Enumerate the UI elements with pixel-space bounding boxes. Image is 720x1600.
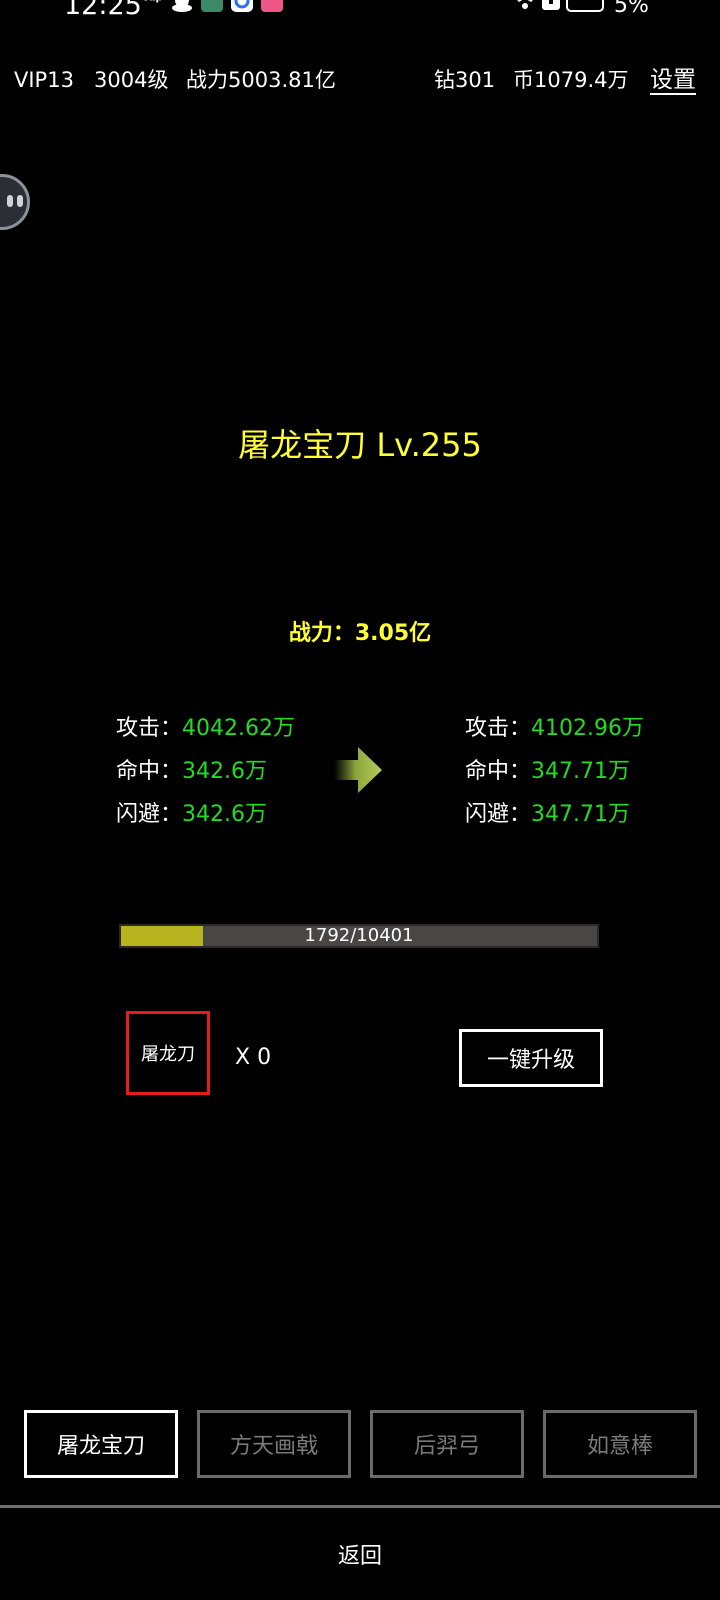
material-count: X 0 bbox=[235, 1045, 272, 1070]
settings-link[interactable]: 设置 bbox=[650, 60, 696, 100]
stat-value: 342.6万 bbox=[182, 802, 267, 827]
stat-row-hit: 命中：347.71万 bbox=[465, 750, 644, 793]
qq-penguin-icon bbox=[172, 0, 193, 12]
stat-value: 342.6万 bbox=[182, 759, 267, 784]
assistant-eye-icon bbox=[17, 195, 23, 207]
stat-label: 命中： bbox=[465, 759, 532, 784]
stat-value: 4102.96万 bbox=[531, 716, 644, 741]
blue-app-icon bbox=[231, 0, 254, 12]
stat-row-dodge: 闪避：347.71万 bbox=[465, 793, 644, 836]
status-app-icons: ᵗᵃᵖ bbox=[142, 0, 284, 14]
player-info-bar: VIP13 3004级 战力5003.81亿 钻301 币1079.4万 设置 bbox=[0, 60, 720, 100]
stat-value: 4042.62万 bbox=[182, 716, 295, 741]
weapon-title: 屠龙宝刀 Lv.255 bbox=[238, 426, 482, 464]
tab-halberd[interactable]: 方天画戟 bbox=[197, 1410, 351, 1478]
stat-row-attack: 攻击：4042.62万 bbox=[116, 707, 295, 750]
stat-label: 攻击： bbox=[465, 716, 532, 741]
game-avatar-icon bbox=[201, 0, 224, 12]
stat-row-dodge: 闪避：342.6万 bbox=[116, 793, 295, 836]
assistant-eye-icon bbox=[7, 195, 13, 207]
upgrade-arrow-icon bbox=[334, 747, 384, 793]
sim-icon bbox=[542, 0, 560, 16]
stat-label: 闪避： bbox=[116, 802, 183, 827]
tab-staff[interactable]: 如意棒 bbox=[543, 1410, 697, 1478]
one-click-upgrade-button[interactable]: 一键升级 bbox=[459, 1029, 603, 1087]
battery-percent: 5% bbox=[614, 0, 649, 18]
coin-count: 币1079.4万 bbox=[513, 68, 629, 92]
material-item[interactable]: 屠龙刀 bbox=[126, 1011, 210, 1095]
next-stats: 攻击：4102.96万 命中：347.71万 闪避：347.71万 bbox=[465, 707, 644, 836]
exp-progress-bar: 1792/10401 bbox=[119, 924, 599, 948]
diamond-count: 钻301 bbox=[434, 68, 496, 92]
weapon-tabs: 屠龙宝刀 方天画戟 后羿弓 如意棒 bbox=[0, 1410, 720, 1478]
stat-row-hit: 命中：342.6万 bbox=[116, 750, 295, 793]
status-bar: 12:25 ᵗᵃᵖ 5% bbox=[0, 0, 720, 22]
weapon-power: 战力：3.05亿 bbox=[288, 621, 432, 646]
tab-bow[interactable]: 后羿弓 bbox=[370, 1410, 524, 1478]
status-time: 12:25 bbox=[64, 0, 142, 21]
current-stats: 攻击：4042.62万 命中：342.6万 闪避：342.6万 bbox=[116, 707, 295, 836]
floating-assistant-button[interactable] bbox=[0, 174, 30, 230]
vip-level: VIP13 bbox=[14, 68, 74, 92]
wifi-icon bbox=[512, 0, 538, 16]
back-button[interactable]: 返回 bbox=[0, 1510, 720, 1598]
tab-dragon-saber[interactable]: 屠龙宝刀 bbox=[24, 1410, 178, 1478]
stat-label: 命中： bbox=[116, 759, 183, 784]
total-power: 战力5003.81亿 bbox=[186, 68, 336, 92]
stat-value: 347.71万 bbox=[531, 802, 630, 827]
material-name: 屠龙刀 bbox=[141, 1044, 195, 1065]
tap-notification-icon: ᵗᵃᵖ bbox=[142, 0, 164, 10]
player-level: 3004级 bbox=[94, 68, 169, 92]
stat-label: 闪避： bbox=[465, 802, 532, 827]
pink-app-icon bbox=[261, 0, 284, 12]
stat-value: 347.71万 bbox=[531, 759, 630, 784]
exp-progress-text: 1792/10401 bbox=[304, 925, 414, 946]
bottom-divider bbox=[0, 1505, 720, 1508]
stat-row-attack: 攻击：4102.96万 bbox=[465, 707, 644, 750]
battery-icon bbox=[566, 0, 604, 12]
stat-label: 攻击： bbox=[116, 716, 183, 741]
